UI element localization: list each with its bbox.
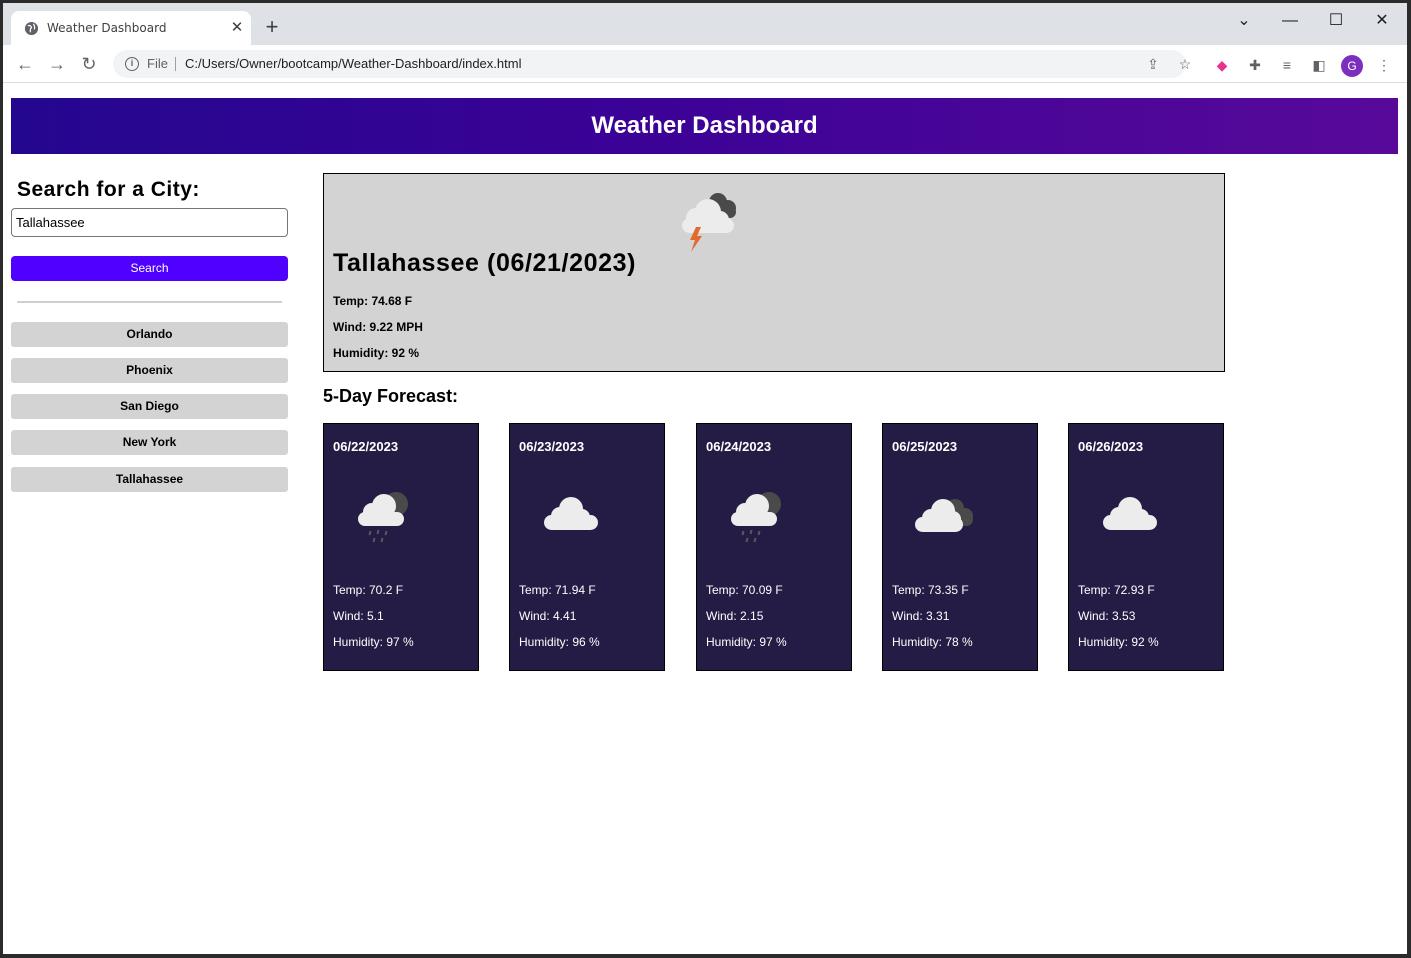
forecast-wind: Wind: 3.53 <box>1078 609 1136 623</box>
forecast-temp: Temp: 70.2 F <box>333 583 404 597</box>
tab-search-icon[interactable]: ⌄ <box>1221 7 1267 35</box>
history-button-phoenix[interactable]: Phoenix <box>11 358 288 383</box>
profile-avatar[interactable]: G <box>1341 55 1363 77</box>
side-panel-icon[interactable]: ◧ <box>1310 56 1328 74</box>
forecast-temp: Temp: 71.94 F <box>519 583 596 597</box>
tab-title: Weather Dashboard <box>47 21 167 35</box>
forecast-date: 06/25/2023 <box>892 439 958 454</box>
forecast-heading: 5-Day Forecast: <box>323 386 459 406</box>
close-tab-icon[interactable]: ✕ <box>229 20 245 36</box>
forecast-wind: Wind: 3.31 <box>892 609 950 623</box>
forecast-date: 06/22/2023 <box>333 439 399 454</box>
browser-toolbar: ← → ↻ i File C:/Users/Owner/bootcamp/Wea… <box>3 45 1407 83</box>
current-humidity: Humidity: 92 % <box>333 346 420 360</box>
forecast-temp: Temp: 73.35 F <box>892 583 969 597</box>
tab-weather-dashboard[interactable]: Weather Dashboard ✕ <box>11 11 251 45</box>
broken-clouds-icon <box>915 499 973 532</box>
forecast-temp: Temp: 70.09 F <box>706 583 783 597</box>
forecast-wind: Wind: 2.15 <box>706 609 764 623</box>
history-button-new-york[interactable]: New York <box>11 430 288 455</box>
current-temp: Temp: 74.68 F <box>333 294 413 308</box>
sidebar-divider <box>17 301 282 303</box>
share-icon[interactable]: ⇪ <box>1145 56 1161 72</box>
maximize-icon[interactable]: ☐ <box>1313 7 1359 35</box>
cloud-icon <box>1103 497 1157 530</box>
thunderstorm-icon <box>682 193 736 252</box>
media-queue-icon[interactable]: ≡ <box>1278 56 1296 74</box>
forward-icon[interactable]: → <box>47 54 67 74</box>
search-heading: Search for a City: <box>17 178 200 201</box>
forecast-humidity: Humidity: 92 % <box>1078 635 1159 649</box>
forecast-date: 06/24/2023 <box>706 439 772 454</box>
forecast-humidity: Humidity: 97 % <box>333 635 414 649</box>
forecast-humidity: Humidity: 78 % <box>892 635 973 649</box>
tab-strip: Weather Dashboard ✕ + ⌄ — ☐ ✕ <box>3 3 1407 45</box>
info-icon[interactable]: i <box>125 57 139 71</box>
close-window-icon[interactable]: ✕ <box>1359 7 1405 35</box>
omnibox-separator <box>175 57 176 71</box>
forecast-wind: Wind: 4.41 <box>519 609 577 623</box>
history-button-tallahassee[interactable]: Tallahassee <box>11 467 288 492</box>
current-wind: Wind: 9.22 MPH <box>333 320 423 334</box>
page-content: Weather Dashboard Search for a City: Sea… <box>3 84 1407 954</box>
address-bar[interactable]: i File C:/Users/Owner/bootcamp/Weather-D… <box>113 50 1191 78</box>
minimize-icon[interactable]: — <box>1267 7 1313 35</box>
search-button[interactable]: Search <box>11 256 288 281</box>
forecast-temp: Temp: 72.93 F <box>1078 583 1155 597</box>
history-button-san-diego[interactable]: San Diego <box>11 394 288 419</box>
forecast-date: 06/26/2023 <box>1078 439 1144 454</box>
current-city-title: Tallahassee (06/21/2023) <box>333 249 637 277</box>
file-label: File <box>147 56 168 71</box>
cloud-icon <box>544 497 598 530</box>
forecast-card: 06/23/2023 Temp: 71.94 F Wind: 4.41 Humi… <box>509 423 665 671</box>
url-text[interactable]: C:/Users/Owner/bootcamp/Weather-Dashboar… <box>185 56 521 71</box>
forecast-humidity: Humidity: 97 % <box>706 635 787 649</box>
history-button-orlando[interactable]: Orlando <box>11 322 288 347</box>
page-header: Weather Dashboard <box>11 98 1398 154</box>
rain-icon <box>731 492 781 543</box>
new-tab-icon[interactable]: + <box>261 16 283 39</box>
forecast-card: 06/22/2023 Temp: 70.2 F Wind: 5.1 Humidi… <box>323 423 479 671</box>
page-title: Weather Dashboard <box>591 112 818 139</box>
forecast-date: 06/23/2023 <box>519 439 585 454</box>
forecast-humidity: Humidity: 96 % <box>519 635 600 649</box>
forecast-card: 06/26/2023 Temp: 72.93 F Wind: 3.53 Humi… <box>1068 423 1224 671</box>
back-icon[interactable]: ← <box>15 54 35 74</box>
reload-icon[interactable]: ↻ <box>79 54 99 74</box>
forecast-card: 06/24/2023 Temp: 70.09 F Wind: 2.15 Humi… <box>696 423 852 671</box>
rain-icon <box>358 492 408 543</box>
bookmark-star-icon[interactable]: ☆ <box>1177 56 1193 72</box>
forecast-wind: Wind: 5.1 <box>333 609 384 623</box>
current-weather-panel: Tallahassee (06/21/2023) Temp: 74.68 F W… <box>323 173 1225 372</box>
menu-kebab-icon[interactable]: ⋮ <box>1375 56 1393 74</box>
city-search-input[interactable] <box>11 208 288 237</box>
extension-icon[interactable]: ◆ <box>1213 56 1231 74</box>
browser-window: Weather Dashboard ✕ + ⌄ — ☐ ✕ ← → ↻ i Fi… <box>3 3 1407 954</box>
globe-icon <box>24 21 39 36</box>
extensions-puzzle-icon[interactable]: ✚ <box>1246 56 1264 74</box>
forecast-card: 06/25/2023 Temp: 73.35 F Wind: 3.31 Humi… <box>882 423 1038 671</box>
